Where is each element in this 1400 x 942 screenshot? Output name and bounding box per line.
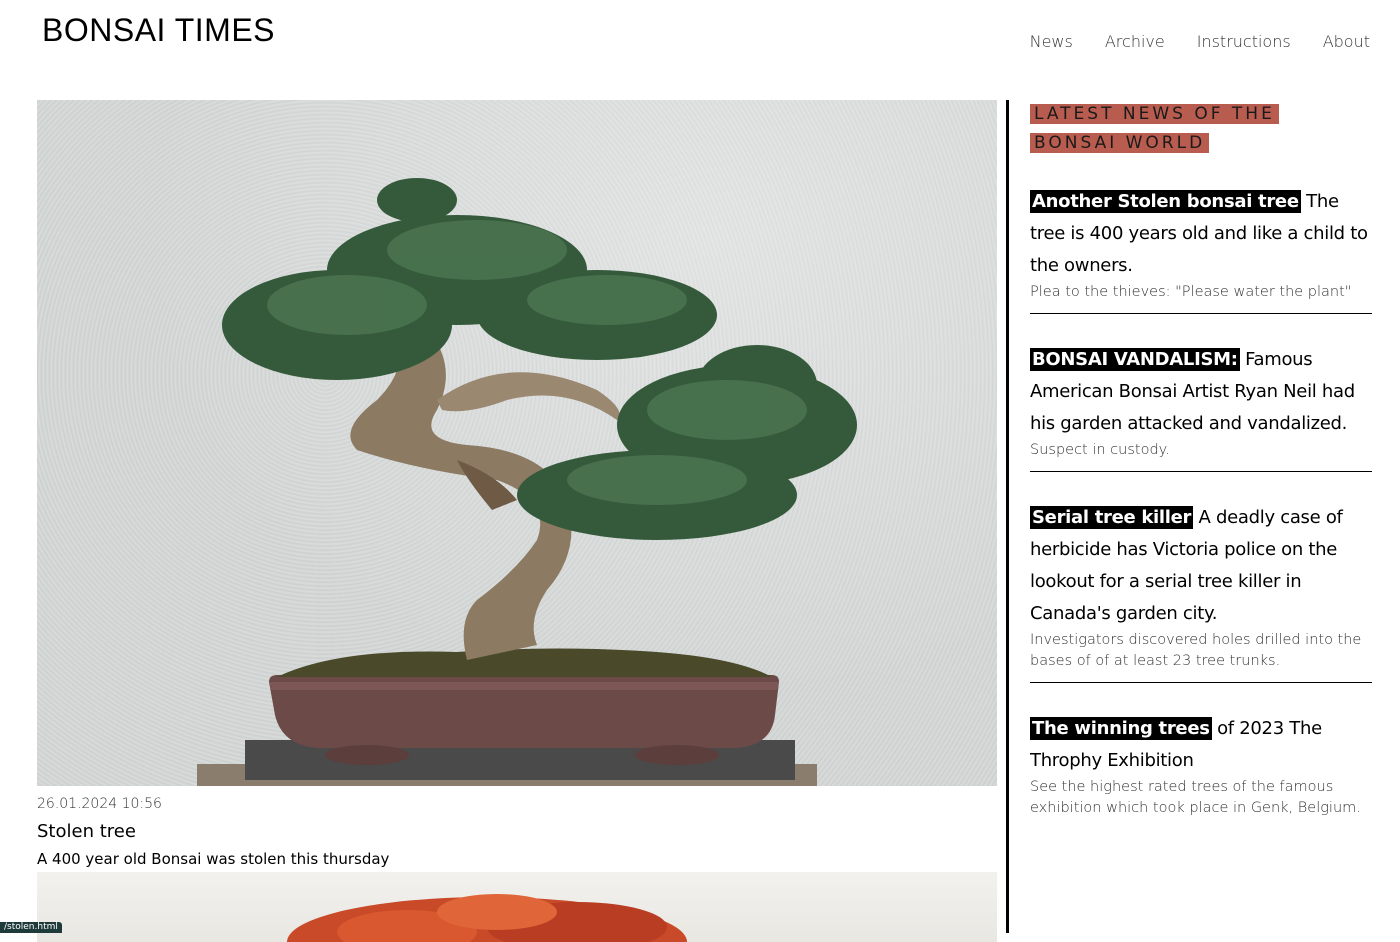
- status-bar-url: /stolen.html: [0, 922, 62, 933]
- bonsai-illustration: [197, 178, 857, 786]
- news-item[interactable]: BONSAI VANDALISM: Famous American Bonsai…: [1030, 344, 1372, 472]
- main-article: 26.01.2024 10:56 Stolen tree A 400 year …: [37, 100, 997, 942]
- news-item-tag[interactable]: BONSAI VANDALISM:: [1030, 348, 1240, 371]
- nav-news[interactable]: News: [1030, 32, 1073, 51]
- news-item[interactable]: The winning trees of 2023 The Throphy Ex…: [1030, 713, 1372, 829]
- article-title[interactable]: Stolen tree: [37, 821, 136, 842]
- column-divider: [1006, 100, 1009, 933]
- news-item-description: Investigators discovered holes drilled i…: [1030, 632, 1362, 669]
- site-title[interactable]: BONSAI TIMES: [42, 12, 275, 49]
- news-item-description: See the highest rated trees of the famou…: [1030, 779, 1361, 816]
- nav-archive[interactable]: Archive: [1105, 32, 1165, 51]
- news-item[interactable]: Another Stolen bonsai tree The tree is 4…: [1030, 186, 1372, 314]
- second-bonsai-image[interactable]: [37, 872, 997, 942]
- nav-about[interactable]: About: [1323, 32, 1370, 51]
- article-subtitle: A 400 year old Bonsai was stolen this th…: [37, 850, 390, 868]
- news-item-description: Plea to the thieves: "Please water the p…: [1030, 284, 1352, 300]
- news-item-tag[interactable]: Serial tree killer: [1030, 506, 1194, 529]
- top-navigation: News Archive Instructions About: [1030, 32, 1370, 51]
- sidebar-heading: LATEST NEWS OF THE BONSAI WORLD: [1030, 104, 1279, 153]
- news-item-description: Suspect in custody.: [1030, 442, 1170, 458]
- article-date: 26.01.2024 10:56: [37, 796, 162, 812]
- nav-instructions[interactable]: Instructions: [1197, 32, 1291, 51]
- news-item-tag[interactable]: The winning trees: [1030, 717, 1212, 740]
- bonsai-hero-image[interactable]: [37, 100, 997, 786]
- red-bonsai-illustration: [287, 894, 687, 942]
- news-sidebar: LATEST NEWS OF THE BONSAI WORLD Another …: [1030, 100, 1372, 859]
- news-item-tag[interactable]: Another Stolen bonsai tree: [1030, 190, 1301, 213]
- news-item[interactable]: Serial tree killer A deadly case of herb…: [1030, 502, 1372, 683]
